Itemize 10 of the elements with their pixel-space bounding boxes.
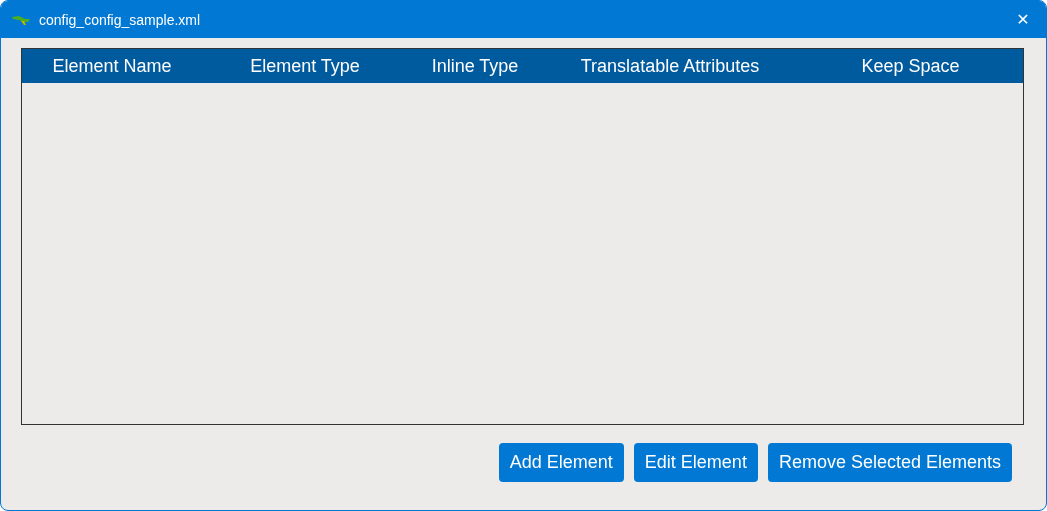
action-button[interactable]: Remove Selected Elements	[767, 443, 1012, 482]
window-title: config_config_sample.xml	[39, 11, 202, 28]
close-button[interactable]: ✕	[1000, 1, 1046, 38]
column-header[interactable]: Keep Space	[861, 55, 960, 77]
action-button[interactable]: Add Element	[498, 443, 624, 482]
column-header[interactable]: Element Type	[250, 55, 360, 77]
action-button[interactable]: Edit Element	[633, 443, 758, 482]
column-header[interactable]: Element Name	[52, 55, 172, 77]
column-header[interactable]: Translatable Attributes	[580, 55, 760, 77]
column-header[interactable]: Inline Type	[431, 55, 519, 77]
